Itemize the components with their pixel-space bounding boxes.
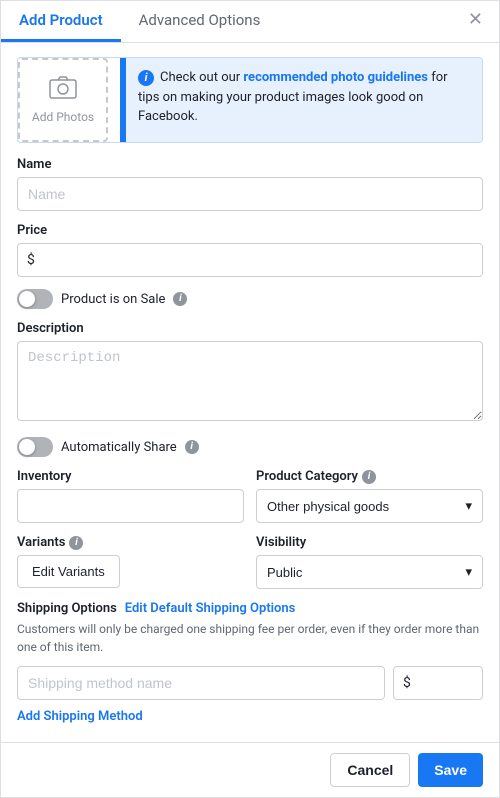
info-banner: Add Photos i Check out our recommended ph… xyxy=(17,57,483,143)
description-field-section: Description xyxy=(17,321,483,425)
edit-variants-button[interactable]: Edit Variants xyxy=(17,555,120,588)
category-selected-value: Other physical goods xyxy=(267,499,389,514)
variants-section: Variants i Edit Variants xyxy=(17,535,244,589)
cancel-button[interactable]: Cancel xyxy=(330,753,410,787)
visibility-select[interactable]: Public ▾ xyxy=(256,555,483,589)
add-photos-area[interactable]: Add Photos xyxy=(18,58,108,142)
tab-add-product[interactable]: Add Product xyxy=(1,1,121,42)
price-label: Price xyxy=(17,223,483,238)
category-section: Product Category i Other physical goods … xyxy=(256,469,483,523)
shipping-currency-symbol: $ xyxy=(403,675,411,691)
variants-label: Variants i xyxy=(17,535,244,550)
name-field-section: Name xyxy=(17,157,483,211)
price-input-wrap: $ 1 xyxy=(17,243,483,277)
shipping-description: Customers will only be charged one shipp… xyxy=(17,620,483,656)
shipping-options-section: Shipping Options Edit Default Shipping O… xyxy=(17,601,483,728)
name-input[interactable] xyxy=(17,177,483,211)
shipping-price-wrap: $ 0 xyxy=(393,666,483,700)
description-input[interactable] xyxy=(17,341,483,421)
add-photos-label: Add Photos xyxy=(32,110,94,124)
category-select[interactable]: Other physical goods ▾ xyxy=(256,489,483,523)
visibility-chevron-icon: ▾ xyxy=(465,564,472,580)
tab-advanced-options[interactable]: Advanced Options xyxy=(121,1,279,42)
price-input[interactable]: 1 xyxy=(17,243,483,277)
save-button[interactable]: Save xyxy=(418,753,483,787)
variants-info-icon[interactable]: i xyxy=(69,536,83,550)
add-product-modal: Add Product Advanced Options ✕ Add Photo… xyxy=(0,0,500,798)
info-text-prefix: Check out our xyxy=(160,70,243,85)
modal-footer: Cancel Save xyxy=(1,742,499,797)
info-icon: i xyxy=(138,70,154,86)
add-shipping-method-link[interactable]: Add Shipping Method xyxy=(17,709,143,724)
tabs-bar: Add Product Advanced Options ✕ xyxy=(1,1,499,43)
sale-toggle-row: Product is on Sale i xyxy=(17,289,483,309)
info-box: i Check out our recommended photo guideli… xyxy=(120,58,482,142)
modal-content: Add Photos i Check out our recommended ph… xyxy=(1,43,499,742)
shipping-method-row: $ 0 xyxy=(17,666,483,700)
shipping-method-input[interactable] xyxy=(17,666,385,700)
inventory-section: Inventory 1 xyxy=(17,469,244,523)
visibility-selected-value: Public xyxy=(267,565,302,580)
inventory-label: Inventory xyxy=(17,469,244,484)
recommended-link[interactable]: recommended photo guidelines xyxy=(243,70,428,85)
sale-toggle-knob xyxy=(19,291,35,307)
auto-share-toggle-row: Automatically Share i xyxy=(17,437,483,457)
variants-visibility-row: Variants i Edit Variants Visibility Publ… xyxy=(17,535,483,589)
edit-shipping-link[interactable]: Edit Default Shipping Options xyxy=(125,601,296,616)
price-field-section: Price $ 1 xyxy=(17,223,483,277)
shipping-header: Shipping Options Edit Default Shipping O… xyxy=(17,601,483,616)
currency-symbol: $ xyxy=(27,252,35,268)
name-label: Name xyxy=(17,157,483,172)
shipping-options-title: Shipping Options xyxy=(17,601,117,616)
photo-icon xyxy=(49,76,77,106)
inventory-input[interactable]: 1 xyxy=(17,489,244,523)
inventory-category-row: Inventory 1 Product Category i Other phy… xyxy=(17,469,483,523)
category-info-icon[interactable]: i xyxy=(362,470,376,484)
auto-share-toggle-label: Automatically Share xyxy=(61,440,177,455)
info-text: i Check out our recommended photo guideli… xyxy=(126,58,482,142)
auto-share-toggle-knob xyxy=(19,439,35,455)
description-label: Description xyxy=(17,321,483,336)
category-chevron-icon: ▾ xyxy=(465,498,472,514)
auto-share-info-icon[interactable]: i xyxy=(185,440,199,454)
auto-share-toggle[interactable] xyxy=(17,437,53,457)
sale-toggle-label: Product is on Sale xyxy=(61,292,165,307)
sale-toggle[interactable] xyxy=(17,289,53,309)
close-button[interactable]: ✕ xyxy=(462,9,489,31)
visibility-section: Visibility Public ▾ xyxy=(256,535,483,589)
category-label: Product Category i xyxy=(256,469,483,484)
visibility-label: Visibility xyxy=(256,535,483,550)
sale-info-icon[interactable]: i xyxy=(173,292,187,306)
